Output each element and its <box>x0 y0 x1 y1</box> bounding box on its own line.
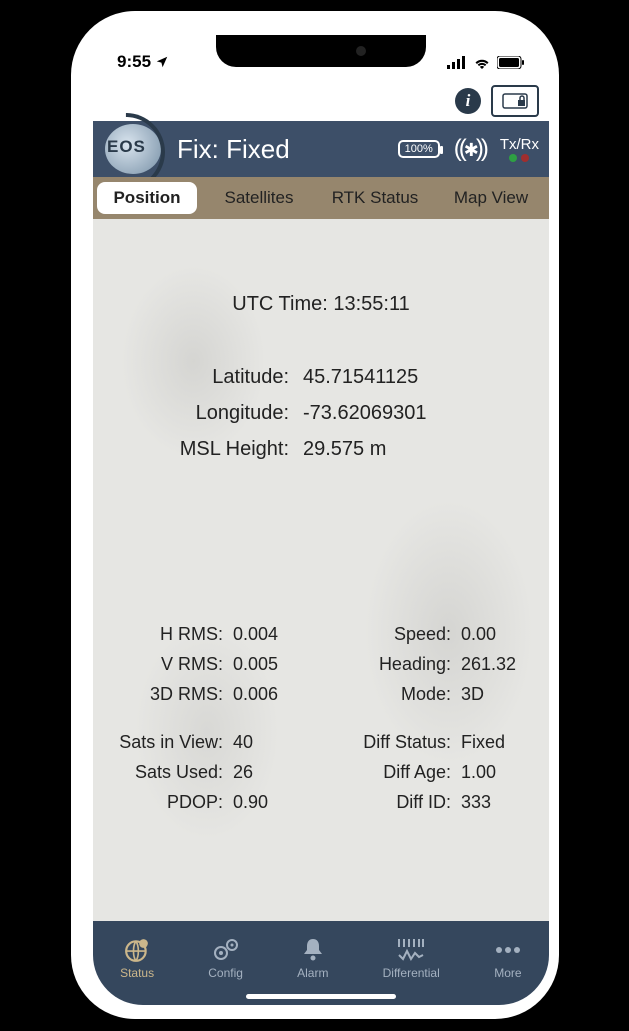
hrms-label: H RMS: <box>93 619 233 649</box>
hrms-value: 0.004 <box>233 619 321 649</box>
wifi-icon <box>473 56 491 69</box>
home-indicator[interactable] <box>246 994 396 999</box>
diff-status-value: Fixed <box>461 727 549 757</box>
phone-notch <box>216 35 426 67</box>
longitude-label: Longitude: <box>93 395 303 431</box>
nav-config-label: Config <box>208 966 243 980</box>
info-icon[interactable]: i <box>455 88 481 114</box>
nav-status[interactable]: Status <box>120 936 154 980</box>
longitude-value: -73.62069301 <box>303 395 549 431</box>
nav-status-label: Status <box>120 966 154 980</box>
tab-map-view[interactable]: Map View <box>433 188 549 208</box>
utc-time-row: UTC Time: 13:55:11 <box>93 293 549 316</box>
latitude-value: 45.71541125 <box>303 359 549 395</box>
3drms-label: 3D RMS: <box>93 679 233 709</box>
nav-more[interactable]: More <box>494 936 522 980</box>
position-panel: UTC Time: 13:55:11 Latitude:45.71541125 … <box>93 219 549 931</box>
device-battery-icon: 100% <box>398 140 440 158</box>
nav-alarm[interactable]: Alarm <box>297 936 328 980</box>
nav-more-label: More <box>494 966 521 980</box>
txrx-indicator: Tx/Rx <box>500 137 539 162</box>
globe-icon <box>124 936 150 964</box>
bluetooth-signal-icon: ((✱)) <box>454 135 486 163</box>
nav-differential-label: Differential <box>383 966 440 980</box>
mode-label: Mode: <box>321 679 461 709</box>
utc-label: UTC Time: <box>232 293 328 315</box>
heading-value: 261.32 <box>461 649 549 679</box>
app-top-strip: i <box>93 81 549 121</box>
speed-label: Speed: <box>321 619 461 649</box>
pdop-value: 0.90 <box>233 787 321 817</box>
vrms-label: V RMS: <box>93 649 233 679</box>
heading-label: Heading: <box>321 649 461 679</box>
diff-age-value: 1.00 <box>461 757 549 787</box>
sats-used-label: Sats Used: <box>93 757 233 787</box>
sats-used-value: 26 <box>233 757 321 787</box>
diff-id-label: Diff ID: <box>321 787 461 817</box>
diff-status-label: Diff Status: <box>321 727 461 757</box>
battery-icon <box>497 56 525 69</box>
bottom-nav: Status Config Alarm <box>93 921 549 1005</box>
differential-icon <box>397 936 425 964</box>
nav-alarm-label: Alarm <box>297 966 328 980</box>
rotation-lock-icon[interactable] <box>491 85 539 117</box>
nav-differential[interactable]: Differential <box>383 936 440 980</box>
diff-age-label: Diff Age: <box>321 757 461 787</box>
mode-value: 3D <box>461 679 549 709</box>
nav-config[interactable]: Config <box>208 936 243 980</box>
diff-id-value: 333 <box>461 787 549 817</box>
clock-text: 9:55 <box>117 52 151 72</box>
tab-position[interactable]: Position <box>97 182 197 214</box>
cell-signal-icon <box>447 56 467 69</box>
gears-icon <box>212 936 240 964</box>
utc-value: 13:55:11 <box>333 293 409 315</box>
bell-icon <box>301 936 325 964</box>
vrms-value: 0.005 <box>233 649 321 679</box>
more-dots-icon <box>494 936 522 964</box>
pdop-label: PDOP: <box>93 787 233 817</box>
fix-status-label: Fix: Fixed <box>177 134 290 165</box>
msl-height-label: MSL Height: <box>93 431 303 467</box>
latitude-label: Latitude: <box>93 359 303 395</box>
speed-value: 0.00 <box>461 619 549 649</box>
tab-satellites[interactable]: Satellites <box>201 188 317 208</box>
eos-logo: EOS <box>93 121 173 177</box>
sats-in-view-label: Sats in View: <box>93 727 233 757</box>
app-header: EOS Fix: Fixed 100% ((✱)) Tx/Rx <box>93 121 549 177</box>
msl-height-value: 29.575 m <box>303 431 549 467</box>
location-arrow-icon <box>155 55 169 69</box>
sats-in-view-value: 40 <box>233 727 321 757</box>
tab-rtk-status[interactable]: RTK Status <box>317 188 433 208</box>
3drms-value: 0.006 <box>233 679 321 709</box>
tab-row: Position Satellites RTK Status Map View <box>93 177 549 219</box>
phone-frame: 9:55 <box>65 5 565 1025</box>
